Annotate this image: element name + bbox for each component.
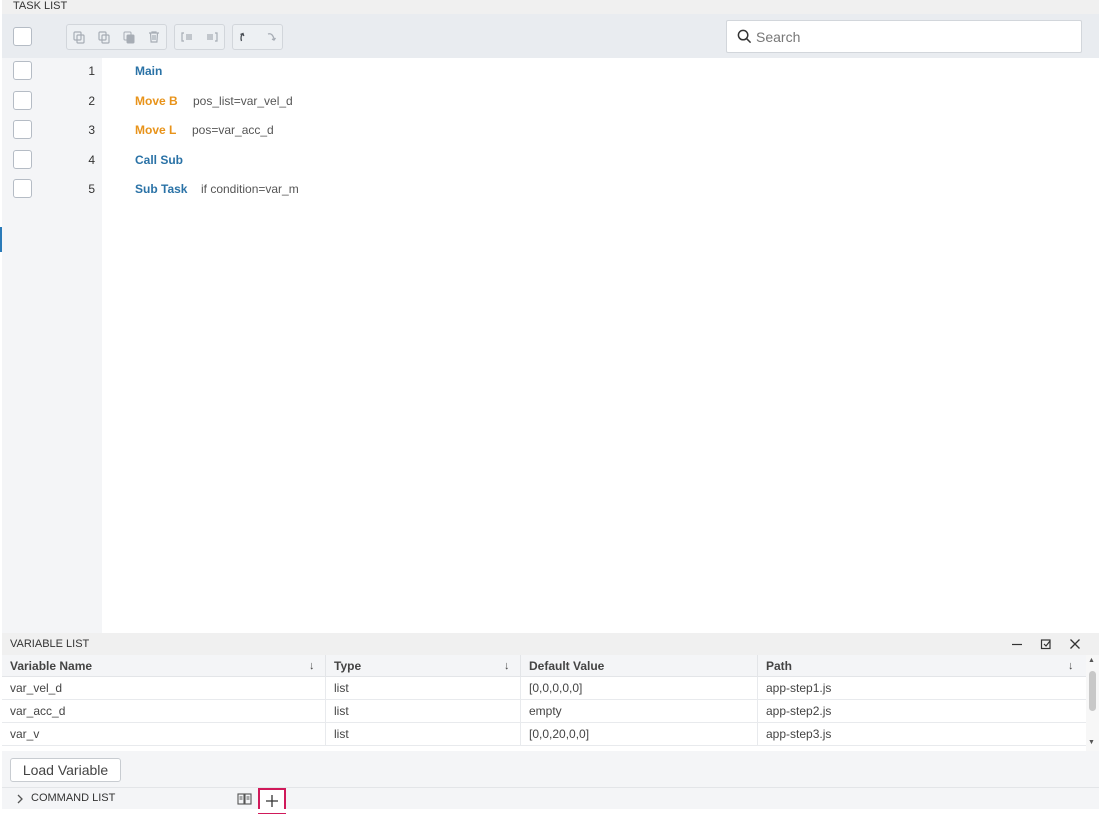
- col-type-label: Type: [334, 659, 362, 673]
- row-checkbox[interactable]: [13, 179, 32, 199]
- paste-button[interactable]: [117, 25, 142, 49]
- cell-path: app-step1.js: [766, 681, 832, 695]
- command-name[interactable]: Move B: [135, 88, 178, 114]
- row-checkbox[interactable]: [13, 90, 32, 110]
- command-argument[interactable]: if condition=var_m: [201, 176, 299, 202]
- load-variable-button[interactable]: Load Variable: [10, 758, 121, 782]
- col-path[interactable]: Path ↓: [758, 655, 1086, 677]
- col-type[interactable]: Type ↓: [326, 655, 521, 677]
- line-number: 2: [88, 93, 95, 108]
- col-variable-name[interactable]: Variable Name ↓: [2, 655, 326, 677]
- cell-name: var_acc_d: [2, 700, 326, 723]
- indent-button-group: [174, 24, 225, 50]
- command-argument[interactable]: pos=var_acc_d: [192, 117, 274, 143]
- variable-actions-bar: Load Variable: [2, 751, 1099, 787]
- indent-icon: [206, 32, 218, 42]
- command-name[interactable]: Main: [135, 58, 162, 84]
- cell-name: var_v: [2, 723, 326, 746]
- variable-table-header: Variable Name ↓ Type ↓ Default Value Pat…: [2, 655, 1086, 677]
- copy-icon: [73, 31, 85, 44]
- search-icon: [737, 29, 752, 44]
- paste-icon: [123, 31, 135, 44]
- outdent-button[interactable]: [175, 25, 200, 49]
- cell-type: list: [326, 723, 521, 746]
- close-button[interactable]: [1067, 636, 1083, 652]
- variable-list-header: VARIABLE LIST: [2, 633, 1099, 655]
- command-argument[interactable]: pos_list=var_vel_d: [193, 88, 293, 114]
- cell-default: empty: [521, 700, 758, 723]
- variable-list-title: VARIABLE LIST: [10, 638, 90, 650]
- indent-button[interactable]: [200, 25, 225, 49]
- app-root: TASK LIST Search 1 Main 2 Move B pos_lis…: [0, 0, 1099, 814]
- outdent-icon: [181, 32, 193, 42]
- delete-button[interactable]: [141, 25, 166, 49]
- table-row[interactable]: var_acc_d list empty app-step2.js: [2, 700, 1086, 723]
- close-icon: [1070, 639, 1080, 649]
- history-button-group: [232, 24, 283, 50]
- redo-icon: [267, 33, 276, 41]
- scroll-up-icon[interactable]: ▲: [1088, 657, 1095, 664]
- scrollbar-thumb[interactable]: [1089, 671, 1096, 711]
- edit-button-group: [66, 24, 167, 50]
- cell-name: var_vel_d: [2, 677, 326, 700]
- footer-strip: [0, 809, 1099, 813]
- cell-type: list: [326, 700, 521, 723]
- cell-default: [0,0,20,0,0]: [521, 723, 758, 746]
- task-row[interactable]: 3 Move L pos=var_acc_d: [0, 117, 1099, 143]
- col-default-value-label: Default Value: [529, 659, 605, 673]
- task-list-title: TASK LIST: [2, 0, 1099, 14]
- minimize-icon: [1012, 643, 1022, 646]
- chevron-right-icon[interactable]: [14, 793, 26, 805]
- left-edge-marker: [0, 227, 2, 252]
- delete-icon: [148, 31, 159, 43]
- cell-type: list: [326, 677, 521, 700]
- line-number: 4: [88, 152, 95, 167]
- task-row[interactable]: 4 Call Sub: [0, 147, 1099, 173]
- command-name[interactable]: Sub Task: [135, 176, 187, 202]
- row-checkbox[interactable]: [13, 120, 32, 140]
- command-list-bar[interactable]: COMMAND LIST: [2, 787, 1099, 814]
- redo-button[interactable]: [258, 25, 283, 49]
- scroll-down-icon[interactable]: ▼: [1088, 739, 1095, 746]
- row-checkbox[interactable]: [13, 61, 32, 80]
- task-search-box[interactable]: [726, 20, 1082, 53]
- restore-button[interactable]: [1038, 636, 1054, 652]
- variable-scrollbar[interactable]: ▲ ▼: [1086, 655, 1099, 751]
- task-row[interactable]: 2 Move B pos_list=var_vel_d: [0, 88, 1099, 114]
- task-code-area: [102, 58, 1099, 633]
- book-icon[interactable]: [237, 792, 252, 806]
- search-input[interactable]: [756, 28, 1056, 45]
- line-number: 1: [88, 64, 95, 78]
- task-gutter: [2, 58, 102, 633]
- row-checkbox[interactable]: [13, 149, 32, 169]
- task-row[interactable]: 5 Sub Task if condition=var_m: [0, 176, 1099, 202]
- sort-arrow-icon[interactable]: ↓: [1068, 655, 1074, 677]
- line-number: 5: [88, 182, 95, 197]
- line-number: 3: [88, 123, 95, 138]
- table-row[interactable]: var_v list [0,0,20,0,0] app-step3.js: [2, 723, 1086, 746]
- minimize-button[interactable]: [1009, 636, 1025, 652]
- undo-button[interactable]: [233, 25, 258, 49]
- copy-button[interactable]: [67, 25, 92, 49]
- task-row[interactable]: 1 Main: [0, 58, 1099, 84]
- duplicate-button[interactable]: [92, 25, 117, 49]
- command-name[interactable]: Move L: [135, 117, 176, 143]
- table-row[interactable]: var_vel_d list [0,0,0,0,0] app-step1.js: [2, 677, 1086, 700]
- duplicate-icon: [98, 31, 110, 44]
- select-all-checkbox[interactable]: [13, 27, 32, 46]
- col-default-value[interactable]: Default Value: [521, 655, 758, 677]
- undo-icon: [240, 32, 245, 42]
- sort-arrow-icon[interactable]: ↓: [504, 655, 510, 677]
- cell-path: app-step3.js: [766, 727, 832, 741]
- cell-default: [0,0,0,0,0]: [521, 677, 758, 700]
- command-name[interactable]: Call Sub: [135, 147, 183, 173]
- variable-list-panel: VARIABLE LIST Variable Name ↓ Type ↓ Def…: [2, 633, 1099, 751]
- col-variable-name-label: Variable Name: [10, 659, 93, 673]
- restore-icon: [1040, 639, 1051, 650]
- col-path-label: Path: [766, 659, 793, 673]
- cell-path: app-step2.js: [766, 704, 832, 718]
- sort-arrow-icon[interactable]: ↓: [309, 655, 315, 677]
- command-list-title: COMMAND LIST: [31, 792, 116, 804]
- plus-icon: [266, 795, 278, 807]
